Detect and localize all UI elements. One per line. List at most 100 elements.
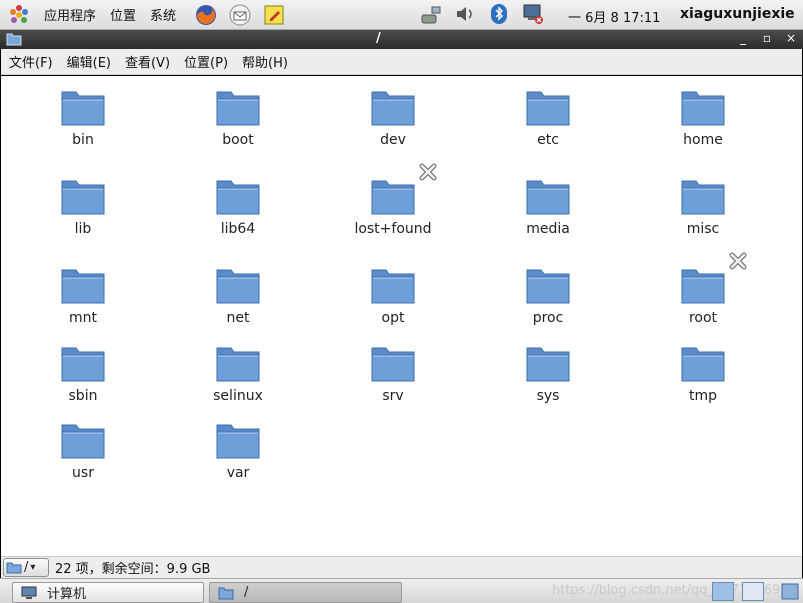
folder-icon: [216, 421, 260, 459]
file-item[interactable]: net: [183, 266, 293, 326]
file-item[interactable]: opt: [338, 266, 448, 326]
folder-icon: [526, 344, 570, 382]
file-item[interactable]: misc: [648, 177, 758, 237]
window-controls: _ ▫ ×: [737, 31, 797, 45]
mail-icon[interactable]: [228, 3, 252, 27]
places-menu[interactable]: 位置: [110, 5, 136, 24]
status-text: 22 项，剩余空间：9.9 GB: [55, 562, 211, 577]
menu-edit[interactable]: 编辑(E): [67, 52, 111, 71]
file-name: lost+found: [354, 221, 432, 237]
file-item[interactable]: bin: [28, 88, 138, 148]
file-name: usr: [72, 465, 94, 481]
file-name: sbin: [68, 388, 98, 404]
task-label: /: [244, 585, 249, 600]
file-name: root: [688, 310, 718, 326]
task-label: 计算机: [47, 587, 87, 602]
file-name: proc: [532, 310, 564, 326]
folder-icon: [371, 88, 415, 126]
file-item[interactable]: lib: [28, 177, 138, 237]
username[interactable]: xiaguxunjiexie: [680, 6, 795, 22]
no-access-emblem-icon: [728, 251, 748, 271]
file-item[interactable]: srv: [338, 344, 448, 404]
menu-places[interactable]: 位置(P): [184, 52, 228, 71]
file-item[interactable]: mnt: [28, 266, 138, 326]
network-icon[interactable]: [420, 3, 442, 25]
file-name: lib64: [220, 221, 256, 237]
bluetooth-icon[interactable]: [488, 3, 510, 25]
file-item[interactable]: etc: [493, 88, 603, 148]
menu-file[interactable]: 文件(F): [9, 52, 53, 71]
location-label: /: [24, 560, 29, 575]
menu-view[interactable]: 查看(V): [125, 52, 170, 71]
window-titlebar[interactable]: / _ ▫ ×: [0, 30, 803, 49]
no-access-emblem-icon: [418, 162, 438, 182]
file-item[interactable]: selinux: [183, 344, 293, 404]
file-item[interactable]: lost+found: [338, 163, 448, 237]
folder-icon: [61, 344, 105, 382]
computer-icon: [21, 586, 37, 599]
system-menu[interactable]: 系统: [150, 5, 176, 24]
menubar: 文件(F) 编辑(E) 查看(V) 位置(P) 帮助(H): [1, 49, 802, 75]
notes-icon[interactable]: [262, 3, 286, 27]
folder-icon: [371, 177, 415, 215]
clock[interactable]: 一 6月 8 17:11: [568, 7, 660, 26]
folder-icon: [681, 88, 725, 126]
file-icon-view[interactable]: bin boot dev etc home lib lib64 lost+found media…: [1, 76, 802, 556]
file-item[interactable]: lib64: [183, 177, 293, 237]
volume-icon[interactable]: [454, 3, 476, 25]
file-item[interactable]: var: [183, 421, 293, 481]
folder-icon: [681, 177, 725, 215]
top-panel: 应用程序 位置 系统 一 6月 8 17:11 xiaguxunjiexie: [0, 0, 803, 30]
maximize-button[interactable]: ▫: [761, 31, 773, 45]
folder-icon: [216, 344, 260, 382]
firefox-icon[interactable]: [194, 3, 218, 27]
workspace-switcher-2[interactable]: [742, 582, 764, 601]
window-title: /: [376, 31, 381, 46]
folder-icon: [61, 421, 105, 459]
menu-help[interactable]: 帮助(H): [242, 52, 288, 71]
minimize-button[interactable]: _: [737, 31, 749, 45]
chevron-down-icon: ▾: [30, 562, 36, 573]
file-item[interactable]: media: [493, 177, 603, 237]
file-item[interactable]: tmp: [648, 344, 758, 404]
file-item[interactable]: sys: [493, 344, 603, 404]
file-item[interactable]: root: [648, 252, 758, 326]
folder-icon: [526, 266, 570, 304]
file-item[interactable]: proc: [493, 266, 603, 326]
file-name: misc: [686, 221, 720, 237]
task-computer[interactable]: 计算机: [12, 582, 204, 603]
folder-icon: [216, 177, 260, 215]
task-root-folder[interactable]: /: [209, 582, 402, 603]
file-name: var: [226, 465, 250, 481]
file-name: etc: [537, 132, 559, 148]
taskbar: 计算机 / https://blog.csdn.net/qq_45712969.…: [0, 578, 803, 603]
folder-icon: [216, 88, 260, 126]
file-item[interactable]: home: [648, 88, 758, 148]
file-item[interactable]: dev: [338, 88, 448, 148]
gnome-foot-icon[interactable]: [8, 4, 30, 26]
folder-icon: [526, 177, 570, 215]
file-item[interactable]: usr: [28, 421, 138, 481]
file-item[interactable]: boot: [183, 88, 293, 148]
folder-icon: [6, 562, 22, 574]
launchers: [194, 3, 286, 27]
file-name: tmp: [688, 388, 717, 404]
close-button[interactable]: ×: [785, 31, 797, 45]
folder-icon: [218, 587, 234, 599]
folder-icon: [216, 266, 260, 304]
folder-icon: [61, 88, 105, 126]
folder-icon: [61, 177, 105, 215]
display-error-icon[interactable]: [522, 3, 544, 25]
file-name: boot: [222, 132, 254, 148]
applications-menu[interactable]: 应用程序: [44, 5, 96, 24]
location-button[interactable]: / ▾: [3, 558, 49, 577]
file-name: opt: [381, 310, 405, 326]
statusbar: / ▾ 22 项，剩余空间：9.9 GB: [1, 556, 802, 578]
show-desktop-icon[interactable]: [780, 582, 800, 601]
file-name: sys: [536, 388, 560, 404]
file-name: media: [526, 221, 570, 237]
folder-icon[interactable]: [6, 32, 22, 46]
file-item[interactable]: sbin: [28, 344, 138, 404]
folder-icon: [681, 266, 725, 304]
workspace-switcher-1[interactable]: [712, 582, 734, 601]
